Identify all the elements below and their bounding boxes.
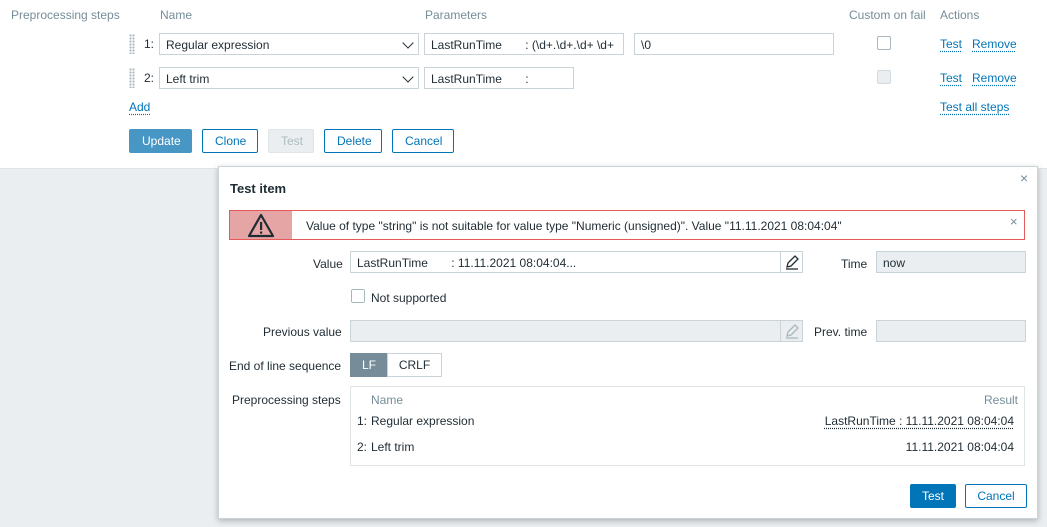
header-name: Name bbox=[160, 8, 193, 22]
step-type-select[interactable]: Left trim bbox=[159, 67, 419, 89]
warning-triangle-icon bbox=[230, 211, 292, 239]
eol-option-lf[interactable]: LF bbox=[350, 353, 388, 377]
pp-header-result: Result bbox=[983, 393, 1018, 407]
custom-on-fail-checkbox bbox=[877, 70, 891, 84]
clone-button[interactable]: Clone bbox=[202, 129, 258, 153]
step-param1-input[interactable]: LastRunTime : (\d+.\d+.\d+ \d+ bbox=[424, 33, 624, 55]
chevron-down-icon bbox=[402, 71, 414, 83]
close-icon[interactable]: × bbox=[1010, 214, 1018, 229]
not-supported-checkbox[interactable] bbox=[351, 289, 365, 303]
previous-value-label: Previous value bbox=[263, 325, 342, 339]
eol-label: End of line sequence bbox=[229, 359, 342, 373]
value-label: Value bbox=[313, 257, 343, 271]
time-input[interactable]: now bbox=[876, 251, 1026, 273]
preprocessing-steps-label: Preprocessing steps bbox=[232, 393, 341, 407]
step-remove-link[interactable]: Remove bbox=[972, 71, 1017, 85]
step-number: 2: bbox=[144, 71, 155, 85]
pp-header-name: Name bbox=[371, 393, 404, 407]
update-button[interactable]: Update bbox=[129, 129, 192, 153]
step-type-value: Regular expression bbox=[166, 38, 270, 52]
drag-handle-icon[interactable] bbox=[129, 68, 135, 88]
test-all-steps-link[interactable]: Test all steps bbox=[940, 100, 1009, 114]
not-supported-label: Not supported bbox=[371, 291, 447, 305]
pp-step-number: 1: bbox=[357, 414, 368, 428]
previous-value-input bbox=[350, 320, 803, 342]
step-type-select[interactable]: Regular expression bbox=[159, 33, 419, 55]
header-custom-on-fail: Custom on fail bbox=[849, 8, 926, 22]
step-remove-link[interactable]: Remove bbox=[972, 37, 1017, 51]
cancel-button[interactable]: Cancel bbox=[965, 484, 1027, 508]
add-step-link[interactable]: Add bbox=[129, 100, 150, 114]
item-form: Preprocessing steps Name Parameters Cust… bbox=[0, 0, 1047, 169]
header-actions: Actions bbox=[940, 8, 980, 22]
pp-step-name: Left trim bbox=[371, 440, 415, 454]
step-number: 1: bbox=[144, 37, 155, 51]
delete-button[interactable]: Delete bbox=[324, 129, 382, 153]
error-text: Value of type "string" is not suitable f… bbox=[306, 219, 842, 233]
eol-option-crlf[interactable]: CRLF bbox=[387, 353, 442, 377]
drag-handle-icon[interactable] bbox=[129, 34, 135, 54]
close-icon[interactable]: × bbox=[1020, 170, 1028, 186]
prev-time-label: Prev. time bbox=[814, 325, 868, 339]
error-message-box: Value of type "string" is not suitable f… bbox=[229, 210, 1025, 240]
pp-step-name: Regular expression bbox=[371, 414, 475, 428]
cancel-button[interactable]: Cancel bbox=[392, 129, 454, 153]
custom-on-fail-checkbox[interactable] bbox=[877, 36, 891, 50]
pencil-icon[interactable] bbox=[780, 251, 802, 273]
test-item-dialog: Test item × Value of type "string" is no… bbox=[218, 166, 1038, 519]
dialog-title: Test item bbox=[230, 181, 287, 196]
preprocessing-results-table: Name Result 1: Regular expression LastRu… bbox=[350, 386, 1025, 466]
value-input[interactable]: LastRunTime : 11.11.2021 08:04:04... bbox=[350, 251, 803, 273]
step-test-link[interactable]: Test bbox=[940, 37, 962, 51]
pp-step-number: 2: bbox=[357, 440, 368, 454]
header-parameters: Parameters bbox=[425, 8, 488, 22]
test-button[interactable]: Test bbox=[910, 484, 956, 508]
pencil-icon bbox=[780, 320, 802, 342]
prev-time-input bbox=[876, 320, 1026, 342]
pp-step-result: 11.11.2021 08:04:04 bbox=[905, 440, 1014, 454]
time-label: Time bbox=[841, 257, 868, 271]
chevron-down-icon bbox=[402, 37, 414, 49]
step-type-value: Left trim bbox=[166, 72, 210, 86]
test-button: Test bbox=[268, 129, 314, 153]
step-param2-input[interactable]: \0 bbox=[634, 33, 834, 55]
step-test-link[interactable]: Test bbox=[940, 71, 962, 85]
step-param1-input[interactable]: LastRunTime : bbox=[424, 67, 574, 89]
pp-step-result[interactable]: LastRunTime : 11.11.2021 08:04:04 bbox=[825, 414, 1014, 428]
preprocessing-steps-label: Preprocessing steps bbox=[11, 8, 120, 22]
